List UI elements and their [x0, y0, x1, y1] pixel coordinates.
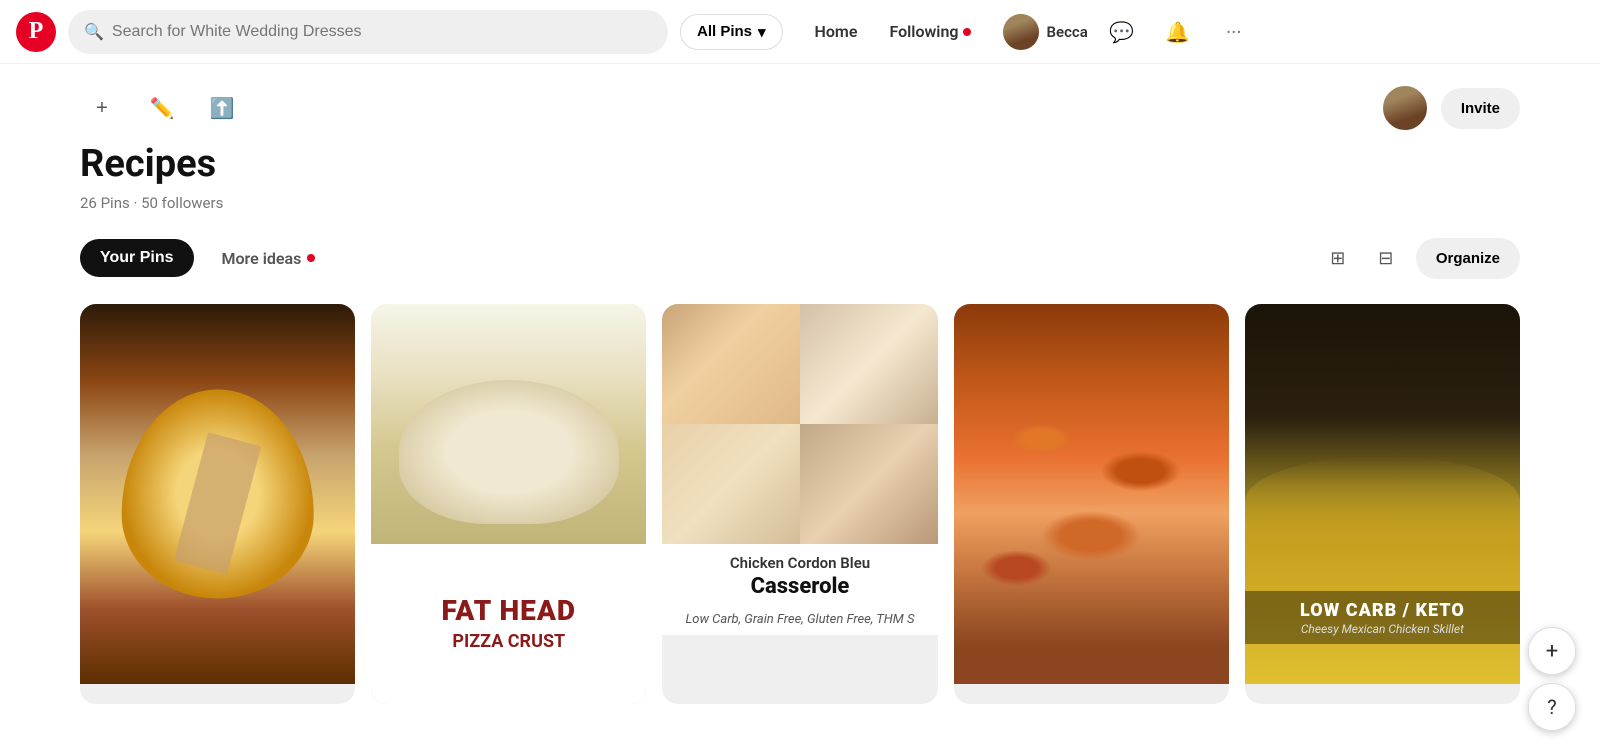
plus-icon: + [96, 97, 108, 120]
add-pin-button[interactable]: + [80, 86, 124, 130]
board-meta: 26 Pins · 50 followers [80, 194, 1520, 212]
following-label: Following [889, 22, 958, 41]
question-icon: ? [1547, 695, 1556, 719]
notification-dot [963, 28, 971, 36]
avatar[interactable] [1003, 14, 1039, 50]
pin-card[interactable] [954, 304, 1229, 704]
notifications-button[interactable]: 🔔 [1156, 10, 1200, 54]
search-bar: 🔍 [68, 10, 668, 54]
pin-card[interactable]: LOW CARB / KETO Cheesy Mexican Chicken S… [1245, 304, 1520, 704]
pins-grid: FAT HEAD PIZZA CRUST Chicken Cordon Bleu… [80, 304, 1520, 744]
compact-icon: ⊟ [1378, 248, 1393, 269]
share-icon: ⬆️ [210, 96, 235, 121]
invite-area: Invite [1381, 84, 1520, 132]
edit-board-button[interactable]: ✏️ [140, 86, 184, 130]
pinterest-logo[interactable]: P [16, 12, 56, 52]
more-ideas-dot [307, 254, 315, 262]
chevron-down-icon: ▾ [758, 23, 766, 41]
invite-button[interactable]: Invite [1441, 88, 1520, 129]
notifications-icon: 🔔 [1165, 20, 1190, 44]
edit-icon: ✏️ [150, 96, 175, 121]
grid-view-button[interactable]: ⊞ [1316, 236, 1360, 280]
more-ideas-label: More ideas [222, 249, 302, 268]
floating-add-button[interactable]: + [1528, 627, 1576, 675]
username-label[interactable]: Becca [1047, 23, 1088, 41]
messages-icon: 💬 [1109, 20, 1134, 44]
grid-icon: ⊞ [1330, 248, 1345, 269]
pin-card[interactable]: Chicken Cordon Bleu Casserole Low Carb, … [662, 304, 937, 704]
more-options-button[interactable]: ··· [1212, 10, 1256, 54]
avatar-image [1003, 14, 1039, 50]
following-link[interactable]: Following [877, 14, 982, 49]
compact-view-button[interactable]: ⊟ [1364, 236, 1408, 280]
main-content: + ✏️ ⬆️ Invite Recipes 26 Pins · 50 foll… [0, 64, 1600, 744]
more-icon: ··· [1226, 20, 1242, 44]
organize-button[interactable]: Organize [1416, 238, 1520, 279]
pin-card[interactable] [80, 304, 355, 704]
logo-text: P [29, 18, 44, 45]
more-ideas-tab[interactable]: More ideas [202, 239, 336, 278]
nav-links: Home Following [803, 14, 983, 49]
search-icon: 🔍 [84, 22, 104, 41]
tabs: Your Pins More ideas ⊞ ⊟ Organize [80, 236, 1520, 280]
all-pins-label: All Pins [697, 23, 752, 40]
all-pins-button[interactable]: All Pins ▾ [680, 14, 783, 50]
board-actions: + ✏️ ⬆️ Invite [80, 64, 1520, 142]
collaborator-avatar [1381, 84, 1429, 132]
search-input[interactable] [112, 23, 652, 41]
pin-card[interactable]: FAT HEAD PIZZA CRUST [371, 304, 646, 704]
your-pins-tab[interactable]: Your Pins [80, 239, 194, 277]
messages-button[interactable]: 💬 [1100, 10, 1144, 54]
home-link[interactable]: Home [803, 14, 870, 49]
share-board-button[interactable]: ⬆️ [200, 86, 244, 130]
floating-help-button[interactable]: ? [1528, 683, 1576, 731]
board-title: Recipes [80, 142, 1520, 186]
plus-icon: + [1546, 639, 1558, 664]
header: P 🔍 All Pins ▾ Home Following Becca 💬 🔔 … [0, 0, 1600, 64]
view-controls: ⊞ ⊟ Organize [1316, 236, 1520, 280]
